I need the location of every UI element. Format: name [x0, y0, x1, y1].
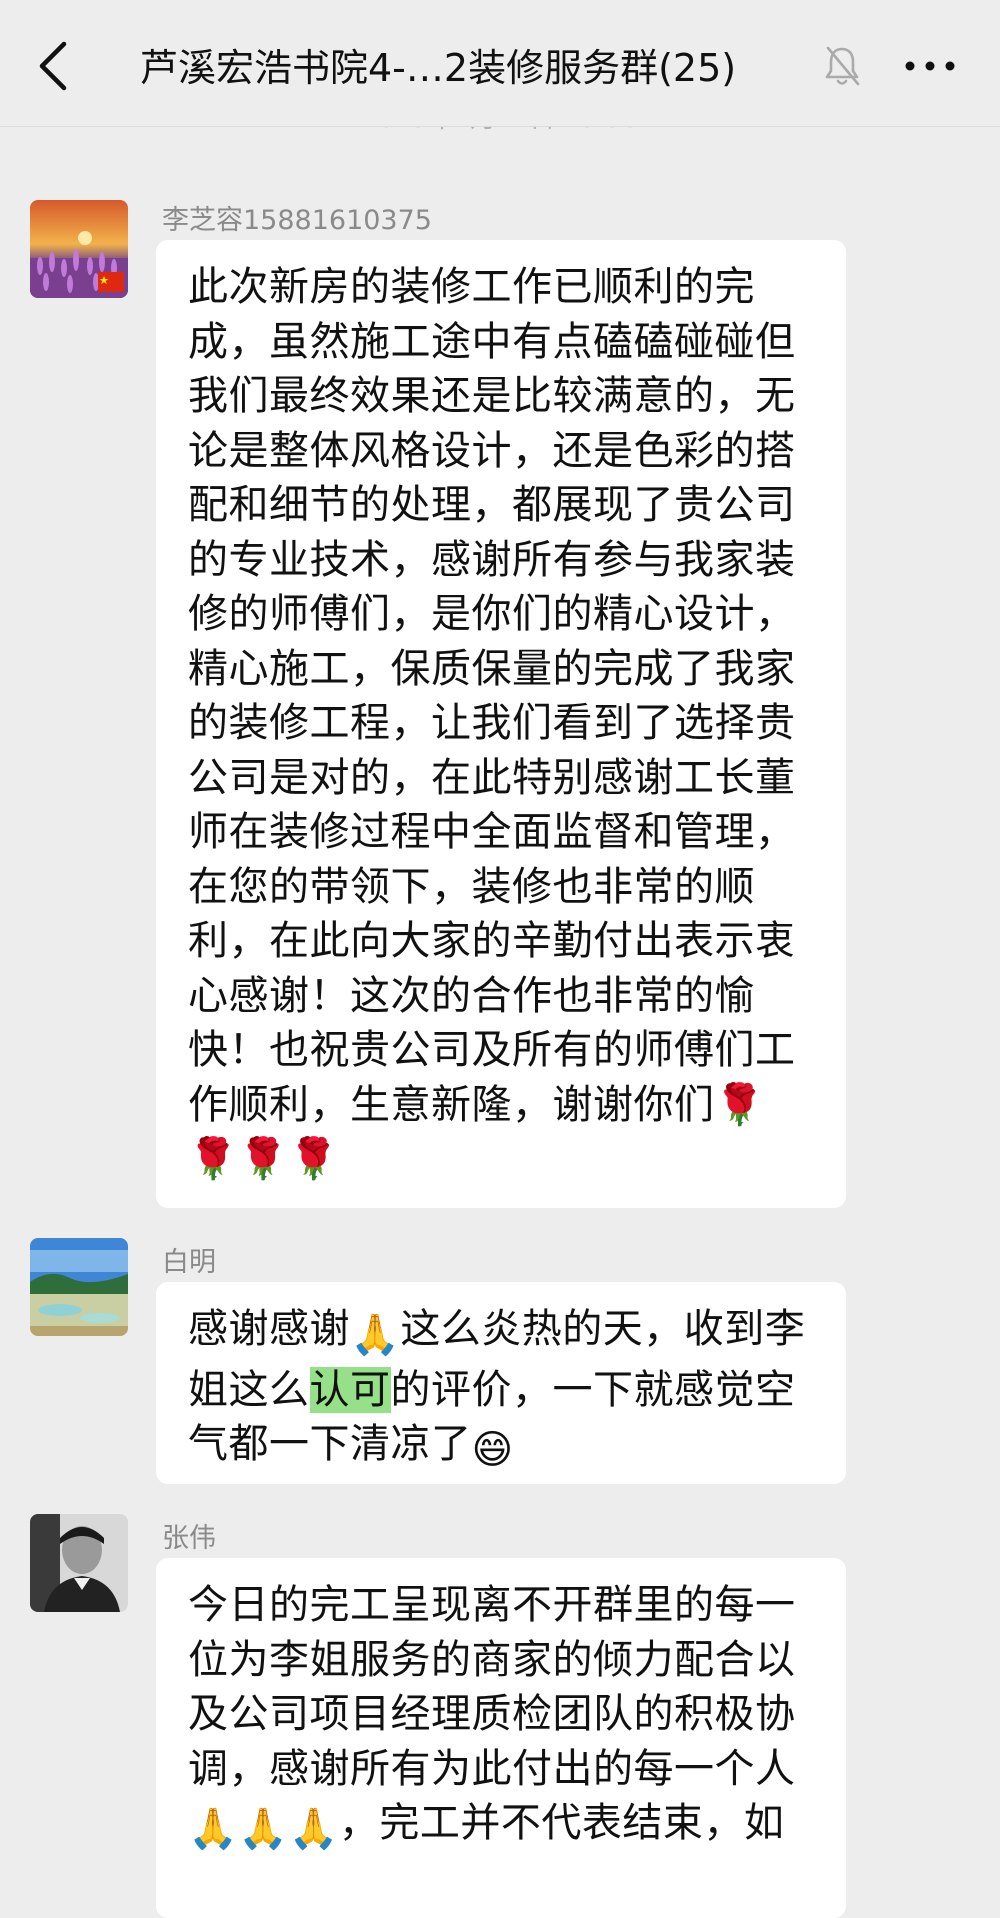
- message-line: 此次新房的装修工作已顺利的完: [188, 264, 755, 310]
- message-line: 利，在此向大家的辛勤付出表示衷: [188, 918, 796, 964]
- pray-emoji: 🙏: [350, 1312, 401, 1358]
- message-line: 论是整体风格设计，还是色彩的搭: [188, 427, 796, 474]
- message-bubble[interactable]: 此次新房的装修工作已顺利的完 成，虽然施工途中有点磕磕碰碰但 我们最终效果还是比…: [156, 240, 846, 1208]
- landscape-avatar-image: [30, 1238, 128, 1336]
- bell-muted-icon: [825, 46, 860, 86]
- message-line: 气都一下清凉了😄: [188, 1417, 818, 1478]
- message-text: ，完工并不代表结束，如: [338, 1800, 785, 1846]
- message-line: 今日的完工呈现离不开群里的每一: [188, 1582, 796, 1628]
- message-line: 师在装修过程中全面监督和管理，: [188, 809, 796, 855]
- sender-name: 张伟: [162, 1523, 216, 1554]
- message-line: 心感谢！这次的合作也非常的愉: [188, 972, 755, 1019]
- message-line: 修的师傅们，是你们的精心设计，: [188, 591, 796, 637]
- message-line: 公司是对的，在此特别感谢工长董: [188, 754, 796, 801]
- avatar[interactable]: [30, 1514, 128, 1612]
- message-text: 姐这么: [188, 1366, 310, 1413]
- chat-header: 芦溪宏浩书院4-…2装修服务群(25): [0, 0, 1000, 127]
- message-line: 在您的带领下，装修也非常的顺: [188, 863, 755, 910]
- message-line: 作顺利，生意新隆，谢谢你们🌹: [188, 1081, 765, 1128]
- message-text: 感谢感谢: [188, 1306, 350, 1352]
- avatar[interactable]: [30, 1238, 128, 1336]
- message-line: 🌹🌹🌹: [188, 1136, 339, 1182]
- grin-emoji: 😄: [471, 1427, 514, 1473]
- message-line: 快！也祝贵公司及所有的师傅们工: [188, 1027, 796, 1073]
- message-text: 的评价，一下就感觉空: [390, 1366, 796, 1413]
- more-icon[interactable]: [902, 52, 958, 80]
- chat-title: 芦溪宏浩书院4-…2装修服务群(25): [140, 46, 737, 90]
- sender-name: 李芝容15881610375: [162, 205, 432, 236]
- message-line: 位为李姐服务的商家的倾力配合以: [188, 1636, 796, 1683]
- message-line: 配和细节的处理，都展现了贵公司: [188, 482, 796, 528]
- chevron-left-icon[interactable]: [34, 38, 74, 94]
- message-line: 精心施工，保质保量的完成了我家: [188, 645, 796, 692]
- message-line: 🙏🙏🙏，完工并不代表结束，如: [188, 1796, 818, 1857]
- highlighted-text[interactable]: 认可: [309, 1366, 391, 1413]
- message-line: 的专业技术，感谢所有参与我家装: [188, 536, 796, 583]
- message-text: 这么炎热的天，收到李: [400, 1306, 806, 1352]
- avatar[interactable]: [30, 200, 128, 298]
- message-line: 调，感谢所有为此付出的每一个人: [188, 1745, 796, 1792]
- message-line: 我们最终效果还是比较满意的，无: [188, 373, 796, 419]
- lavender-field-avatar-image: [30, 200, 128, 298]
- message-bubble[interactable]: 感谢感谢🙏这么炎热的天，收到李 姐这么认可的评价，一下就感觉空 气都一下清凉了😄: [156, 1282, 846, 1484]
- message-line: 成，虽然施工途中有点磕磕碰碰但: [188, 318, 796, 365]
- message-text: 气都一下清凉了: [188, 1421, 472, 1467]
- message-line: 姐这么认可的评价，一下就感觉空: [188, 1363, 818, 1418]
- message-bubble[interactable]: 今日的完工呈现离不开群里的每一 位为李姐服务的商家的倾力配合以 及公司项目经理质…: [156, 1558, 846, 1918]
- pray-emoji: 🙏🙏🙏: [188, 1806, 339, 1852]
- message-line: 的装修工程，让我们看到了选择贵: [188, 700, 796, 746]
- portrait-avatar-image: [30, 1514, 128, 1612]
- sender-name: 白明: [162, 1247, 216, 1278]
- message-line: 感谢感谢🙏这么炎热的天，收到李: [188, 1302, 818, 1363]
- message-line: 及公司项目经理质检团队的积极协: [188, 1691, 796, 1737]
